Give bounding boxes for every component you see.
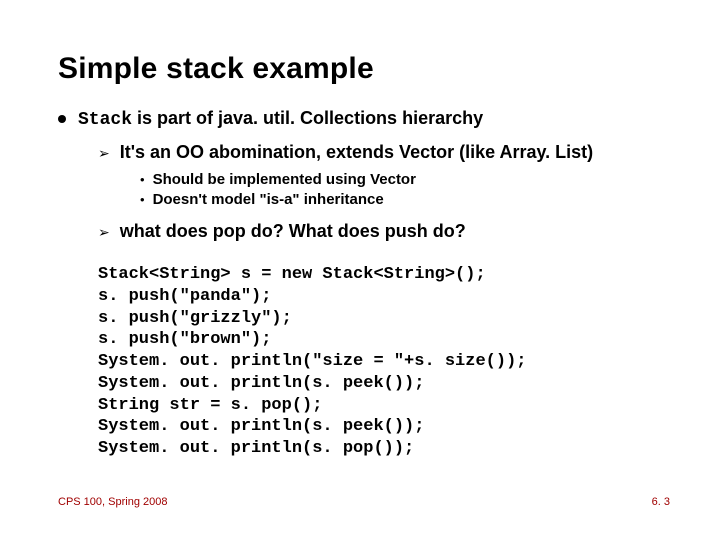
footer-right: 6. 3 <box>652 496 670 508</box>
bullet-l1: Stack is part of java. util. Collections… <box>58 108 670 130</box>
bullet-l2b: ➢ what does pop do? What does push do? <box>98 221 670 242</box>
bullet-l3b: • Doesn't model "is-a" inheritance <box>140 191 670 209</box>
bullet-dot-icon <box>58 115 66 123</box>
code-block: Stack<String> s = new Stack<String>(); s… <box>98 264 670 460</box>
footer-left: CPS 100, Spring 2008 <box>58 496 167 508</box>
l1-rest: is part of java. util. Collections hiera… <box>132 108 483 128</box>
bullet-l3a: • Should be implemented using Vector <box>140 171 670 189</box>
l1-text: Stack is part of java. util. Collections… <box>78 108 483 130</box>
l2b-text: what does pop do? What does push do? <box>120 221 466 242</box>
arrow-icon: ➢ <box>98 145 110 162</box>
bullet-l3-group: • Should be implemented using Vector • D… <box>140 171 670 209</box>
l3a-text: Should be implemented using Vector <box>153 171 416 188</box>
slide-title: Simple stack example <box>58 52 670 86</box>
bullet-l2a: ➢ It's an OO abomination, extends Vector… <box>98 142 670 163</box>
dot-icon: • <box>140 191 145 209</box>
l1-mono: Stack <box>78 110 132 130</box>
dot-icon: • <box>140 171 145 189</box>
slide: Simple stack example Stack is part of ja… <box>0 0 720 540</box>
arrow-icon: ➢ <box>98 224 110 241</box>
l3b-text: Doesn't model "is-a" inheritance <box>153 191 384 208</box>
l2a-text: It's an OO abomination, extends Vector (… <box>120 142 593 163</box>
